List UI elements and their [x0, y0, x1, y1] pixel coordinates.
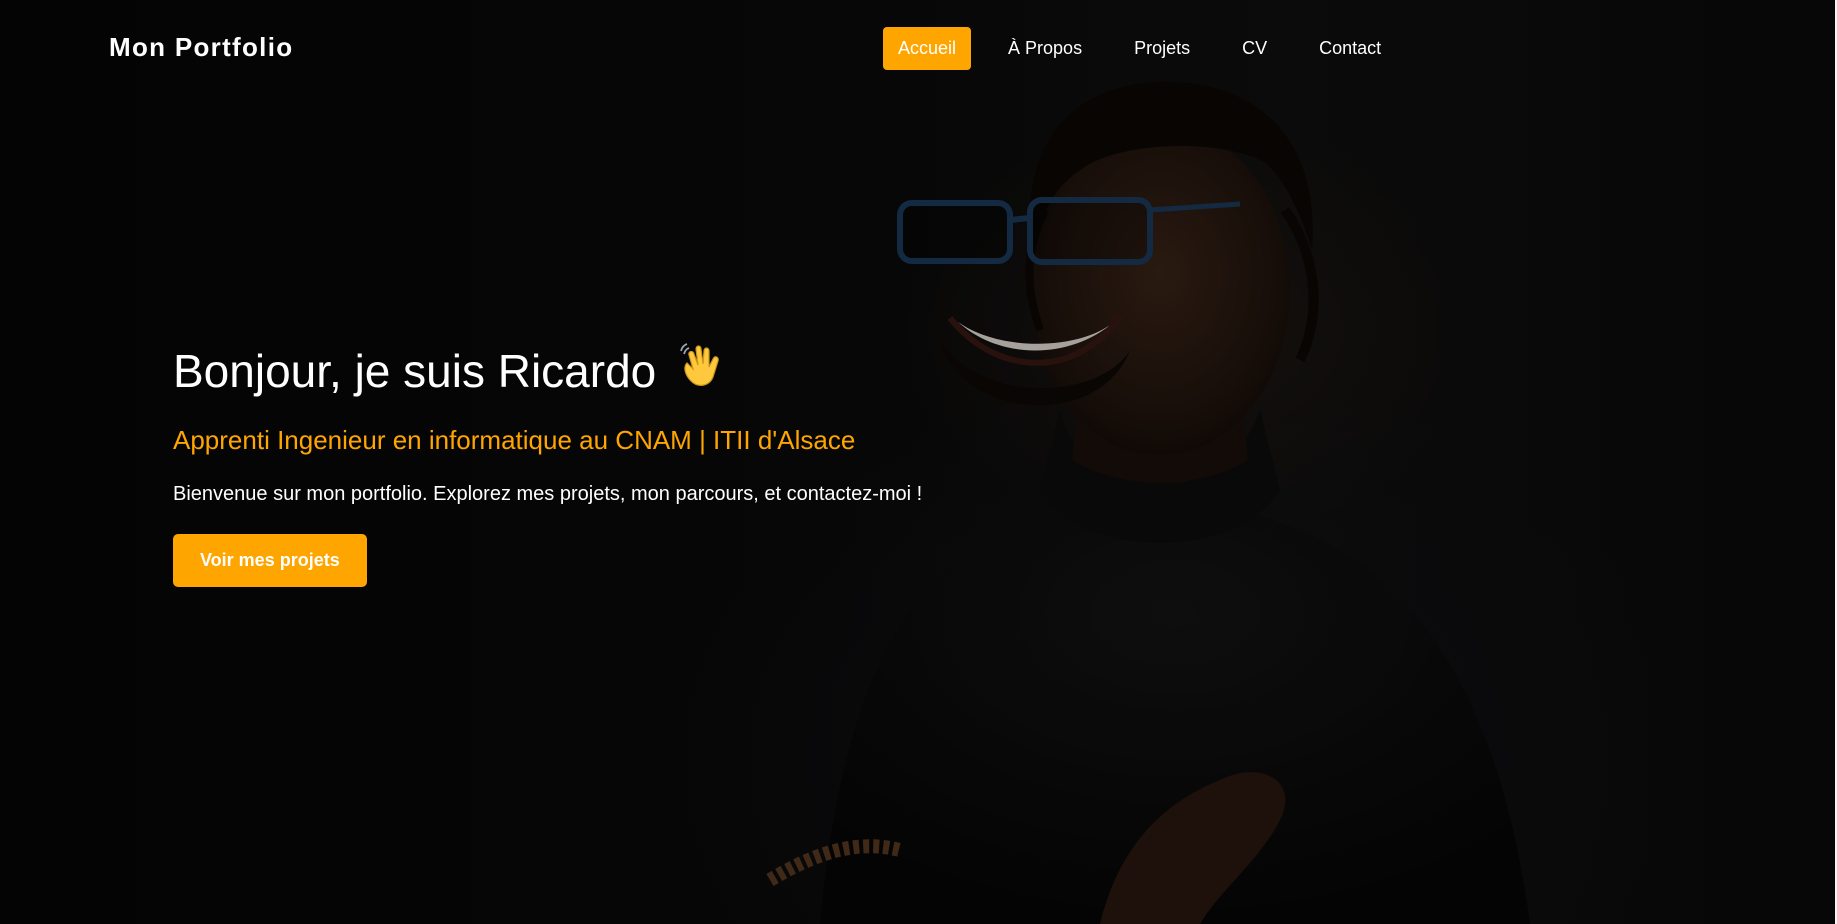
nav-item-contact[interactable]: Contact [1304, 27, 1396, 70]
hero-section: Bonjour, je suis Ricardo Apprenti Ingeni… [173, 338, 1073, 588]
hero-title-text: Bonjour, je suis Ricardo [173, 345, 657, 397]
nav-links: Accueil À Propos Projets CV Contact [883, 27, 1418, 70]
nav-item-projets[interactable]: Projets [1119, 27, 1205, 70]
hero-title: Bonjour, je suis Ricardo [173, 338, 1073, 408]
waving-hand-icon [677, 341, 727, 408]
view-projects-button[interactable]: Voir mes projets [173, 534, 367, 588]
nav-item-accueil[interactable]: Accueil [883, 27, 972, 70]
brand-logo[interactable]: Mon Portfolio [109, 32, 293, 63]
nav-item-a-propos[interactable]: À Propos [993, 27, 1097, 70]
nav-item-cv[interactable]: CV [1227, 27, 1282, 70]
hero-subtitle: Apprenti Ingenieur en informatique au CN… [173, 425, 856, 456]
navbar: Mon Portfolio Accueil À Propos Projets C… [0, 0, 1835, 96]
portfolio-page: Mon Portfolio Accueil À Propos Projets C… [0, 0, 1837, 924]
hero-intro: Bienvenue sur mon portfolio. Explorez me… [173, 483, 923, 506]
